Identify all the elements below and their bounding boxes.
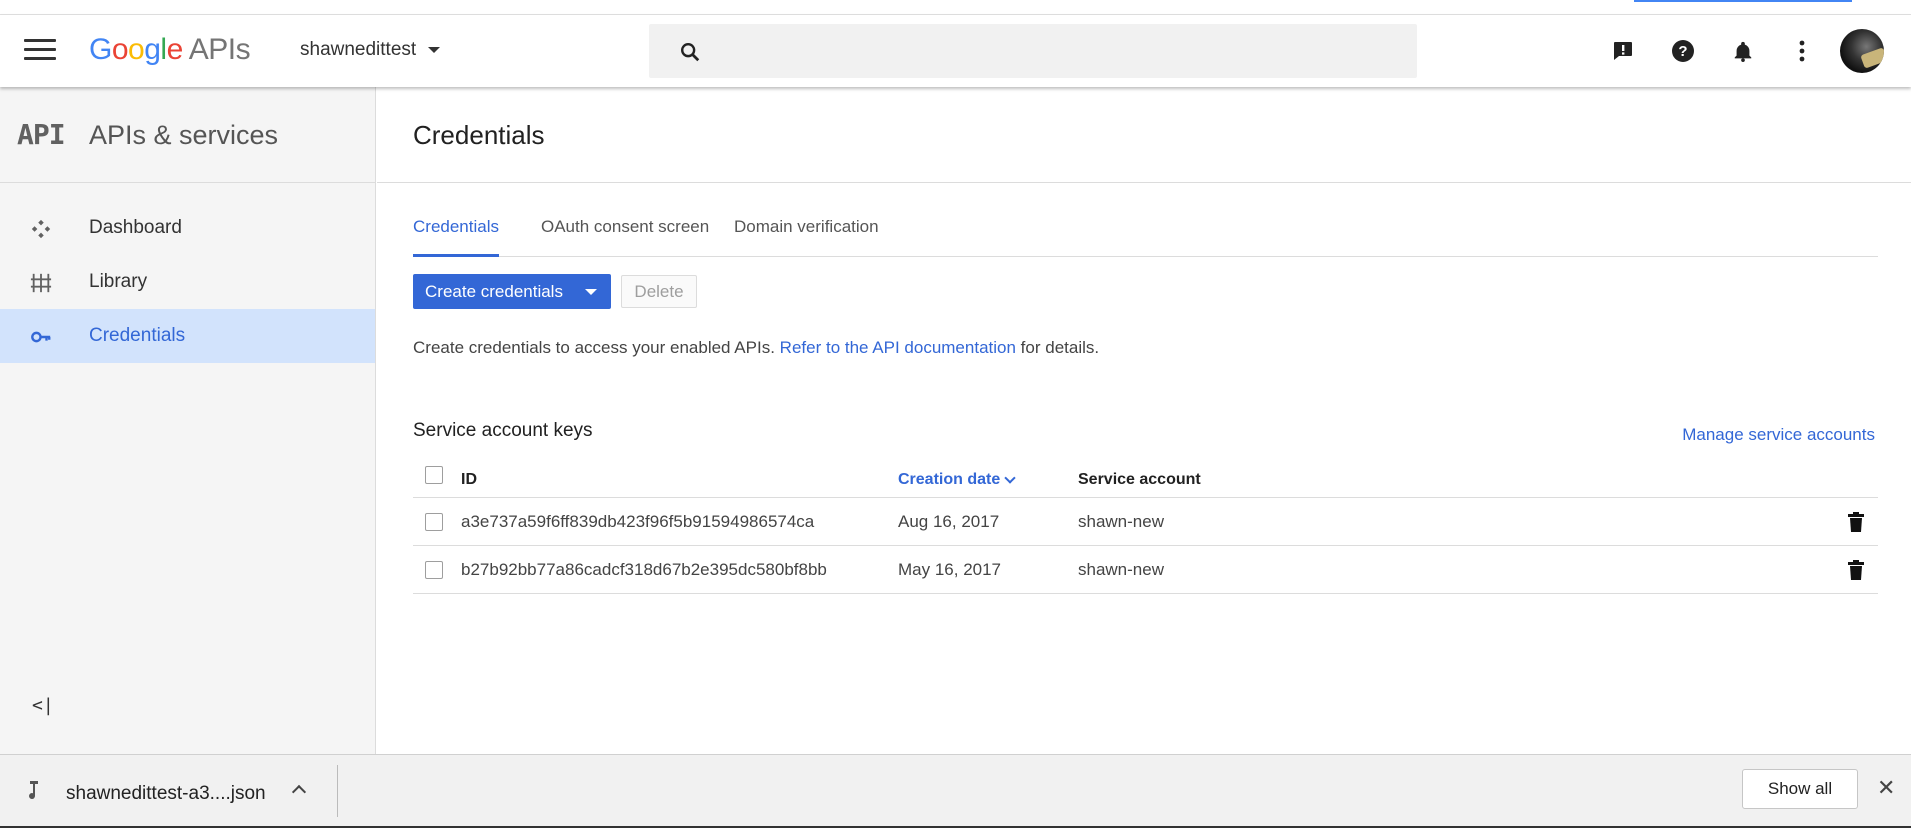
tab-oauth-consent-screen[interactable]: OAuth consent screen xyxy=(541,217,709,257)
api-documentation-link[interactable]: Refer to the API documentation xyxy=(780,338,1016,357)
row-checkbox[interactable] xyxy=(425,513,443,531)
column-header-creation-date[interactable]: Creation date xyxy=(898,471,1016,489)
download-bar: shawnedittest-a3....json Show all ✕ xyxy=(0,754,1911,828)
credentials-description: Create credentials to access your enable… xyxy=(413,338,1100,357)
tab-credentials[interactable]: Credentials xyxy=(413,217,499,257)
file-icon xyxy=(29,781,38,800)
sidebar-item-label: Dashboard xyxy=(89,217,182,238)
manage-service-accounts-link[interactable]: Manage service accounts xyxy=(1682,425,1875,445)
api-logo-icon: API xyxy=(17,118,66,151)
sidebar-item-label: Credentials xyxy=(89,325,186,346)
sidebar-item-library[interactable]: Library xyxy=(0,255,375,309)
dashboard-icon xyxy=(31,219,51,239)
service-account-keys-table: ID Creation date Service account a3e737a… xyxy=(413,450,1878,594)
delete-key-icon[interactable] xyxy=(1848,512,1864,532)
sort-descending-icon xyxy=(1004,472,1016,484)
row-checkbox[interactable] xyxy=(425,561,443,579)
tab-domain-verification[interactable]: Domain verification xyxy=(734,217,879,257)
select-all-checkbox[interactable] xyxy=(425,466,443,484)
main-content: Credentials Credentials OAuth consent sc… xyxy=(377,87,1911,754)
sidebar: API APIs & services Dashboard Library Cr… xyxy=(0,87,376,754)
sidebar-nav: Dashboard Library Credentials xyxy=(0,201,375,363)
library-icon xyxy=(30,273,52,293)
search-input[interactable] xyxy=(649,24,1417,78)
creation-date: Aug 16, 2017 xyxy=(898,512,1000,531)
sidebar-item-dashboard[interactable]: Dashboard xyxy=(0,201,375,255)
google-apis-logo[interactable]: Google APIs xyxy=(89,33,251,67)
top-header: Google APIs shawnedittest ? xyxy=(0,15,1911,87)
service-account: shawn-new xyxy=(1078,560,1164,579)
table-header-row: ID Creation date Service account xyxy=(413,450,1878,498)
notifications-icon[interactable] xyxy=(1731,39,1755,63)
column-header-id: ID xyxy=(461,471,477,488)
table-row[interactable]: b27b92bb77a86cadcf318d67b2e395dc580bf8bb… xyxy=(413,546,1878,594)
page-title: Credentials xyxy=(413,120,545,150)
download-file-name: shawnedittest-a3....json xyxy=(66,783,266,804)
avatar[interactable] xyxy=(1840,29,1884,73)
tab-bar: Credentials OAuth consent screen Domain … xyxy=(413,217,1878,257)
search-icon xyxy=(681,43,700,62)
more-vert-icon[interactable] xyxy=(1790,39,1814,63)
feedback-icon[interactable] xyxy=(1611,39,1635,63)
collapse-sidebar-icon[interactable]: <| xyxy=(32,695,54,716)
chevron-down-icon xyxy=(428,47,441,53)
top-accent-bar xyxy=(1634,0,1852,2)
show-all-button[interactable]: Show all xyxy=(1742,769,1858,809)
project-name: shawnedittest xyxy=(300,39,417,60)
key-icon xyxy=(31,331,51,343)
column-header-service-account: Service account xyxy=(1078,471,1201,488)
table-row[interactable]: a3e737a59f6ff839db423f96f5b91594986574ca… xyxy=(413,498,1878,546)
delete-key-icon[interactable] xyxy=(1848,560,1864,580)
menu-icon[interactable] xyxy=(24,39,56,63)
sidebar-header: API APIs & services xyxy=(0,87,375,183)
service-account: shawn-new xyxy=(1078,512,1164,531)
key-id: b27b92bb77a86cadcf318d67b2e395dc580bf8bb xyxy=(461,560,827,579)
help-icon[interactable]: ? xyxy=(1671,39,1695,63)
page-header: Credentials xyxy=(377,87,1911,183)
create-credentials-button[interactable]: Create credentials xyxy=(413,274,611,309)
creation-date: May 16, 2017 xyxy=(898,560,1002,579)
chevron-down-icon xyxy=(585,289,597,295)
download-item[interactable]: shawnedittest-a3....json xyxy=(0,765,338,817)
project-selector[interactable]: shawnedittest xyxy=(300,39,441,61)
chevron-up-icon[interactable] xyxy=(291,784,307,800)
close-icon[interactable]: ✕ xyxy=(1877,775,1895,801)
delete-button[interactable]: Delete xyxy=(621,275,697,308)
section-title: Service account keys xyxy=(413,420,593,441)
key-id: a3e737a59f6ff839db423f96f5b91594986574ca xyxy=(461,512,815,531)
sidebar-item-credentials[interactable]: Credentials xyxy=(0,309,375,363)
sidebar-item-label: Library xyxy=(89,271,148,292)
sidebar-title: APIs & services xyxy=(89,120,279,150)
